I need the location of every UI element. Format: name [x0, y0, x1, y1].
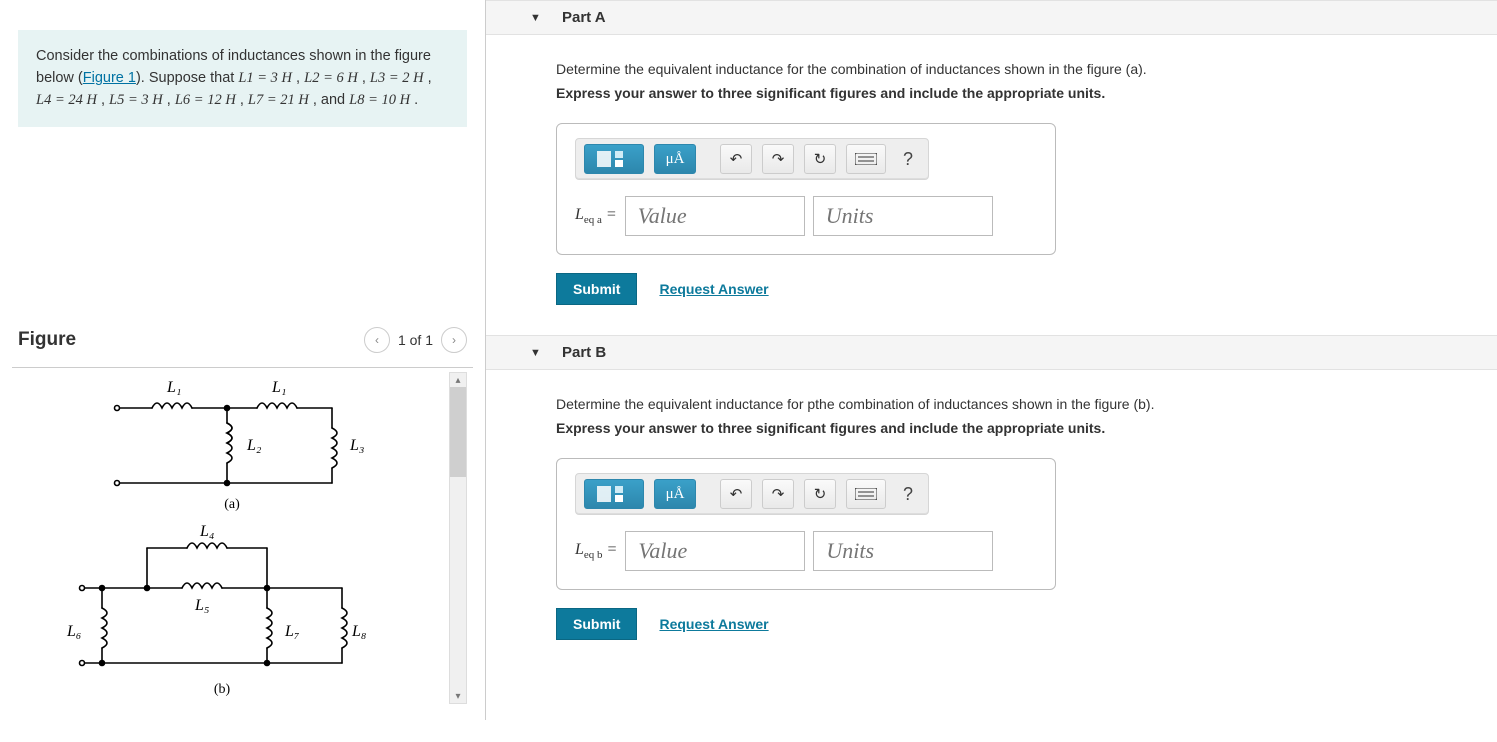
units-input-b[interactable]: [813, 531, 993, 571]
redo-button[interactable]: ↷: [762, 479, 794, 509]
part-b-toolbar: μÅ ↶ ↷ ↻ ?: [575, 473, 929, 515]
leq-a-label: Leq a =: [575, 206, 617, 226]
part-a-instruction: Determine the equivalent inductance for …: [556, 61, 1453, 77]
label-L7: L₇: [284, 623, 300, 640]
part-b-instruction: Determine the equivalent inductance for …: [556, 396, 1453, 412]
mu-a-label: μÅ: [666, 151, 685, 168]
part-a-header[interactable]: ▼ Part A: [486, 0, 1497, 35]
undo-button[interactable]: ↶: [720, 144, 752, 174]
prompt-text-2: ). Suppose that: [136, 70, 238, 86]
L2-value: L2 = 6 H: [304, 70, 358, 86]
keyboard-button[interactable]: [846, 144, 886, 174]
undo-button[interactable]: ↶: [720, 479, 752, 509]
part-b-header[interactable]: ▼ Part B: [486, 335, 1497, 370]
part-b-answer-box: μÅ ↶ ↷ ↻ ? Leq b =: [556, 458, 1056, 590]
figure-next-button[interactable]: ›: [441, 327, 467, 353]
figure-prev-button[interactable]: ‹: [364, 327, 390, 353]
help-button[interactable]: ?: [896, 147, 920, 171]
figure-link[interactable]: Figure 1: [83, 70, 136, 86]
label-L4: L₄: [199, 523, 214, 540]
L3-value: L3 = 2 H: [370, 70, 424, 86]
keyboard-icon: [855, 153, 877, 165]
redo-button[interactable]: ↷: [762, 144, 794, 174]
template-icon: [595, 149, 633, 169]
part-a-answer-box: μÅ ↶ ↷ ↻ ? Leq a =: [556, 123, 1056, 255]
reset-button[interactable]: ↻: [804, 144, 836, 174]
submit-button-a[interactable]: Submit: [556, 273, 637, 305]
scroll-thumb[interactable]: [450, 387, 466, 477]
help-button[interactable]: ?: [896, 482, 920, 506]
label-L3: L₃: [349, 437, 364, 454]
request-answer-link-b[interactable]: Request Answer: [659, 616, 768, 632]
L6-value: L6 = 12 H: [175, 92, 236, 108]
label-L5: L₅: [194, 597, 209, 614]
L1-value: L1 = 3 H: [238, 70, 292, 86]
part-b-instruction-2: Express your answer to three significant…: [556, 420, 1453, 436]
keyboard-button[interactable]: [846, 479, 886, 509]
keyboard-icon: [855, 488, 877, 500]
units-button[interactable]: μÅ: [654, 479, 696, 509]
figure-panel: L₁ L₁ L₂ L₃ (a): [12, 367, 473, 708]
label-L8: L₈: [351, 623, 366, 640]
collapse-icon: ▼: [530, 347, 541, 359]
template-button[interactable]: [584, 479, 644, 509]
value-input-a[interactable]: [625, 196, 805, 236]
label-L2: L₂: [246, 437, 262, 454]
scroll-down-icon[interactable]: ▾: [450, 689, 466, 703]
part-a-title: Part A: [562, 9, 606, 26]
part-a-toolbar: μÅ ↶ ↷ ↻ ?: [575, 138, 929, 180]
label-b: (b): [214, 682, 231, 697]
L8-value: L8 = 10 H: [349, 92, 410, 108]
mu-a-label: μÅ: [666, 486, 685, 503]
help-icon: ?: [903, 149, 913, 170]
reset-button[interactable]: ↻: [804, 479, 836, 509]
template-icon: [595, 484, 633, 504]
scroll-up-icon[interactable]: ▴: [450, 373, 466, 387]
label-L1a: L₁: [166, 379, 181, 396]
figure-scrollbar[interactable]: ▴ ▾: [449, 372, 467, 704]
units-button[interactable]: μÅ: [654, 144, 696, 174]
value-input-b[interactable]: [625, 531, 805, 571]
part-a-instruction-2: Express your answer to three significant…: [556, 85, 1453, 101]
figure-count: 1 of 1: [398, 332, 433, 348]
units-input-a[interactable]: [813, 196, 993, 236]
L7-value: L7 = 21 H: [248, 92, 309, 108]
L5-value: L5 = 3 H: [109, 92, 163, 108]
problem-prompt: Consider the combinations of inductances…: [18, 30, 467, 127]
template-button[interactable]: [584, 144, 644, 174]
L4-value: L4 = 24 H: [36, 92, 97, 108]
figure-title: Figure: [18, 329, 76, 351]
label-L6: L₆: [66, 623, 81, 640]
submit-button-b[interactable]: Submit: [556, 608, 637, 640]
circuit-diagram: L₁ L₁ L₂ L₃ (a): [12, 368, 452, 708]
collapse-icon: ▼: [530, 12, 541, 24]
label-L1b: L₁: [271, 379, 286, 396]
help-icon: ?: [903, 484, 913, 505]
leq-b-label: Leq b =: [575, 541, 617, 561]
part-b-title: Part B: [562, 344, 606, 361]
label-a: (a): [224, 497, 240, 512]
request-answer-link-a[interactable]: Request Answer: [659, 281, 768, 297]
